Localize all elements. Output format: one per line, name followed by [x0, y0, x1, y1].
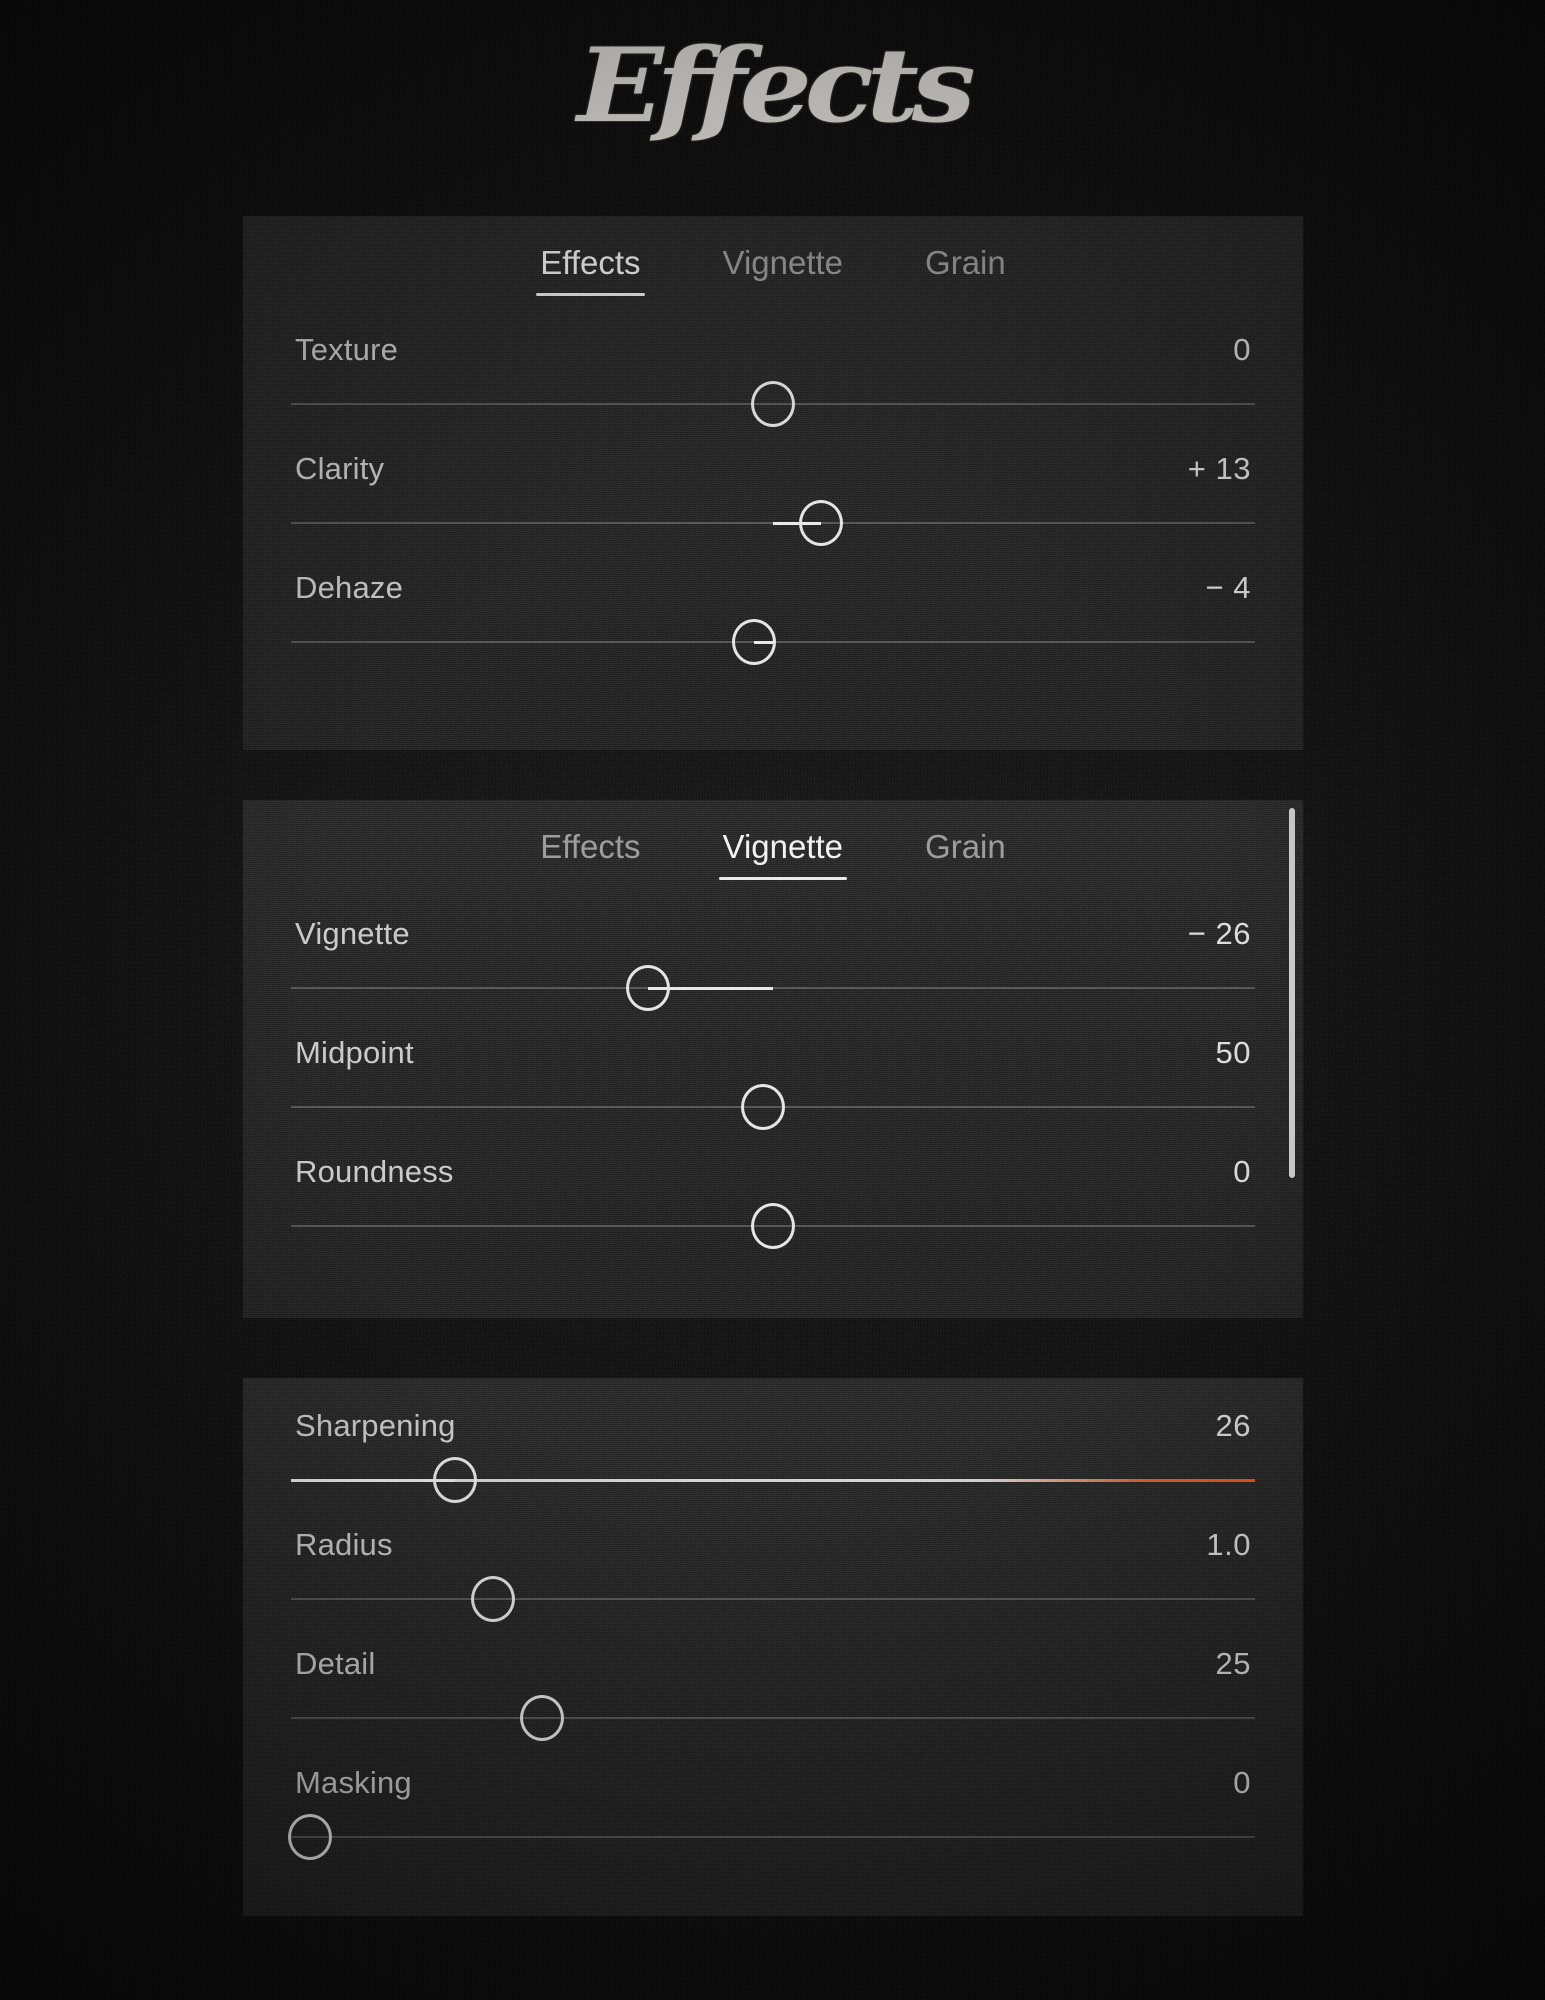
tab-vignette[interactable]: Vignette — [717, 824, 850, 882]
slider-row-midpoint: Midpoint 50 — [291, 1035, 1255, 1154]
slider-knob-midpoint[interactable] — [741, 1084, 786, 1130]
slider-label-detail: Detail — [295, 1646, 376, 1681]
slider-knob-detail[interactable] — [519, 1695, 564, 1741]
slider-list-vignette: Vignette − 26 Midpoint 50 Roundness 0 — [243, 882, 1303, 1273]
slider-track-wrap[interactable] — [291, 1692, 1255, 1744]
slider-header: Clarity + 13 — [291, 451, 1255, 487]
slider-label-sharpening: Sharpening — [295, 1408, 456, 1443]
page-title-text: Effects — [576, 25, 975, 146]
slider-knob-sharpening[interactable] — [432, 1457, 477, 1503]
slider-value-masking: 0 — [1233, 1765, 1251, 1800]
slider-track-wrap[interactable] — [291, 497, 1255, 549]
slider-list-detail: Sharpening 26 Radius 1.0 Detail 25 Masking 0 — [243, 1378, 1303, 1884]
slider-header: Midpoint 50 — [291, 1035, 1255, 1071]
panel-detail: Sharpening 26 Radius 1.0 Detail 25 Masking 0 — [243, 1378, 1303, 1916]
panel-effects: Effects Vignette Grain Texture 0 Clarity + 13… — [243, 216, 1303, 750]
slider-list-effects: Texture 0 Clarity + 13 Dehaze − 4 — [243, 298, 1303, 689]
slider-value-radius: 1.0 — [1206, 1527, 1251, 1562]
slider-label-midpoint: Midpoint — [295, 1035, 414, 1070]
tab-grain[interactable]: Grain — [919, 824, 1012, 882]
slider-header: Sharpening 26 — [291, 1408, 1255, 1444]
slider-knob-clarity[interactable] — [799, 500, 844, 546]
slider-track-wrap[interactable] — [291, 1454, 1255, 1506]
slider-header: Dehaze − 4 — [291, 570, 1255, 606]
slider-value-vignette: − 26 — [1187, 916, 1251, 951]
panel-vignette: Effects Vignette Grain Vignette − 26 Midpoin… — [243, 800, 1303, 1318]
slider-track[interactable] — [291, 1717, 1255, 1719]
slider-row-dehaze: Dehaze − 4 — [291, 570, 1255, 689]
slider-row-masking: Masking 0 — [288, 1765, 1255, 1884]
tab-bar-effects: Effects Vignette Grain — [243, 216, 1303, 298]
slider-fill-left — [291, 1479, 455, 1482]
slider-label-vignette: Vignette — [295, 916, 410, 951]
slider-value-midpoint: 50 — [1215, 1035, 1251, 1070]
slider-track-wrap[interactable] — [291, 1081, 1255, 1133]
tab-bar-vignette: Effects Vignette Grain — [243, 800, 1303, 882]
slider-value-detail: 25 — [1215, 1646, 1251, 1681]
slider-label-radius: Radius — [295, 1527, 393, 1562]
tab-effects[interactable]: Effects — [534, 824, 646, 882]
app-root: Effects Effects Vignette Grain Texture 0 Cla… — [0, 0, 1545, 2000]
slider-value-sharpening: 26 — [1215, 1408, 1251, 1443]
slider-header: Masking 0 — [291, 1765, 1255, 1801]
slider-row-roundness: Roundness 0 — [291, 1154, 1255, 1273]
slider-value-roundness: 0 — [1233, 1154, 1251, 1189]
slider-header: Texture 0 — [291, 332, 1255, 368]
slider-knob-texture[interactable] — [751, 381, 795, 427]
slider-knob-roundness[interactable] — [751, 1203, 795, 1249]
slider-track[interactable] — [291, 1836, 1255, 1838]
slider-row-texture: Texture 0 — [291, 332, 1255, 451]
slider-row-sharpening: Sharpening 26 — [291, 1408, 1255, 1527]
slider-label-roundness: Roundness — [295, 1154, 454, 1189]
slider-value-clarity: + 13 — [1187, 451, 1251, 486]
slider-row-radius: Radius 1.0 — [291, 1527, 1255, 1646]
tab-vignette[interactable]: Vignette — [717, 240, 850, 298]
slider-value-dehaze: − 4 — [1205, 570, 1251, 605]
slider-track-wrap[interactable] — [291, 962, 1255, 1014]
slider-track-wrap[interactable] — [291, 1573, 1255, 1625]
slider-header: Radius 1.0 — [291, 1527, 1255, 1563]
slider-knob-vignette[interactable] — [625, 965, 670, 1011]
slider-row-detail: Detail 25 — [291, 1646, 1255, 1765]
slider-track[interactable] — [291, 1598, 1255, 1600]
panel-scrollbar[interactable] — [1289, 808, 1295, 1178]
slider-header: Roundness 0 — [291, 1154, 1255, 1190]
slider-label-dehaze: Dehaze — [295, 570, 404, 605]
tab-effects[interactable]: Effects — [534, 240, 646, 298]
slider-track[interactable] — [291, 987, 1255, 989]
slider-header: Detail 25 — [291, 1646, 1255, 1682]
slider-row-clarity: Clarity + 13 — [291, 451, 1255, 570]
slider-track-wrap[interactable] — [291, 1200, 1255, 1252]
slider-label-masking: Masking — [295, 1765, 412, 1800]
slider-label-clarity: Clarity — [295, 451, 385, 486]
slider-knob-radius[interactable] — [471, 1576, 516, 1622]
slider-label-texture: Texture — [295, 332, 399, 367]
slider-row-vignette: Vignette − 26 — [291, 916, 1255, 1035]
slider-track-wrap[interactable] — [291, 616, 1255, 668]
tab-grain[interactable]: Grain — [919, 240, 1012, 298]
page-title: Effects — [0, 25, 1545, 146]
slider-track-wrap[interactable] — [291, 378, 1255, 430]
slider-value-texture: 0 — [1233, 332, 1251, 367]
slider-header: Vignette − 26 — [291, 916, 1255, 952]
slider-knob-masking[interactable] — [288, 1814, 333, 1860]
slider-knob-dehaze[interactable] — [731, 619, 776, 665]
slider-track-wrap[interactable] — [288, 1811, 1255, 1863]
